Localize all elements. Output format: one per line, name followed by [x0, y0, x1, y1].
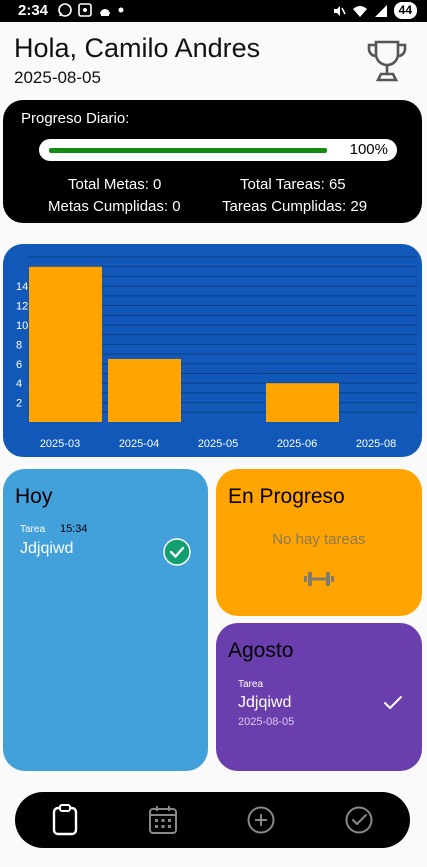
status-bar: 2:34 44	[0, 0, 427, 22]
chart-ytick-label: 2	[16, 398, 22, 410]
chart-ytick-label: 4	[16, 378, 22, 390]
chart-bar	[266, 383, 339, 422]
add-circle-icon	[247, 806, 275, 834]
in-progress-empty-text: No hay tareas	[272, 531, 366, 548]
nav-add[interactable]	[244, 803, 278, 837]
progress-title: Progreso Diario:	[21, 110, 130, 127]
today-card[interactable]: Hoy Tarea 15:34 Jdjqiwd	[3, 469, 208, 771]
check-circle-icon	[345, 806, 373, 834]
whatsapp-icon	[58, 3, 72, 17]
month-task-name[interactable]: Jdjqiwd	[238, 694, 291, 712]
clipboard-icon	[52, 804, 78, 836]
android-icon	[100, 9, 110, 16]
bottom-nav	[15, 792, 410, 848]
calendar-icon	[149, 806, 177, 834]
progress-percent: 100%	[349, 141, 388, 158]
monthly-chart-card: 2 4 6 8 10 12 14 2025-03 2025-04 2025-05 2025-06 20…	[3, 244, 422, 457]
wifi-icon	[352, 5, 367, 17]
month-task-date: 2025-08-05	[238, 716, 295, 728]
today-card-title: Hoy	[15, 485, 53, 508]
total-tareas: Total Tareas: 65	[240, 176, 346, 193]
greeting-title: Hola, Camilo Andres	[14, 33, 261, 63]
total-metas: Total Metas: 0	[68, 176, 162, 193]
status-time: 2:34	[18, 2, 49, 19]
chart-xtick-label: 2025-06	[277, 438, 317, 450]
metas-cumplidas: Metas Cumplidas: 0	[48, 198, 181, 215]
chart-xtick-label: 2025-04	[119, 438, 159, 450]
check-circle-icon[interactable]	[163, 538, 191, 566]
month-card-title: Agosto	[228, 639, 294, 662]
in-progress-card[interactable]: En Progreso No hay tareas	[216, 469, 422, 616]
dot-icon	[118, 7, 124, 13]
today-task-type: Tarea	[20, 524, 46, 535]
nav-clipboard[interactable]	[48, 803, 82, 837]
tareas-cumplidas: Tareas Cumplidas: 29	[222, 198, 368, 215]
chart-xtick-label: 2025-05	[198, 438, 238, 450]
today-task-name[interactable]: Jdjqiwd	[20, 540, 73, 558]
current-date: 2025-08-05	[14, 68, 101, 87]
in-progress-card-title: En Progreso	[228, 485, 345, 508]
daily-progress-card: Progreso Diario: 100% Total Metas: 0 Tot…	[3, 100, 422, 223]
check-icon[interactable]	[383, 695, 403, 711]
chart-ytick-label: 14	[16, 281, 28, 293]
chart-bar	[108, 358, 181, 422]
chart-bar	[29, 266, 102, 422]
chart-xtick-label: 2025-08	[356, 438, 396, 450]
chart-ytick-label: 6	[16, 359, 22, 371]
nav-calendar[interactable]	[146, 803, 180, 837]
chart-ytick-label: 10	[16, 320, 28, 332]
signal-icon	[374, 4, 387, 17]
today-task-time: 15:34	[60, 523, 88, 535]
chart-ytick-label: 12	[16, 301, 28, 313]
dumbbell-icon	[304, 572, 334, 586]
chart-xtick-label: 2025-03	[40, 438, 80, 450]
progress-bar: 100%	[39, 139, 397, 161]
screenshot-icon	[78, 3, 92, 17]
month-task-type: Tarea	[238, 679, 264, 690]
trophy-icon[interactable]	[365, 38, 409, 84]
mute-icon	[333, 5, 346, 16]
month-card[interactable]: Agosto Tarea Jdjqiwd 2025-08-05	[216, 623, 422, 771]
battery-icon: 44	[393, 2, 417, 19]
nav-completed[interactable]	[342, 803, 376, 837]
progress-bar-fill	[49, 148, 327, 153]
chart-ytick-label: 8	[16, 339, 22, 351]
monthly-bar-chart: 2 4 6 8 10 12 14 2025-03 2025-04 2025-05 2025-06 20…	[16, 256, 417, 450]
